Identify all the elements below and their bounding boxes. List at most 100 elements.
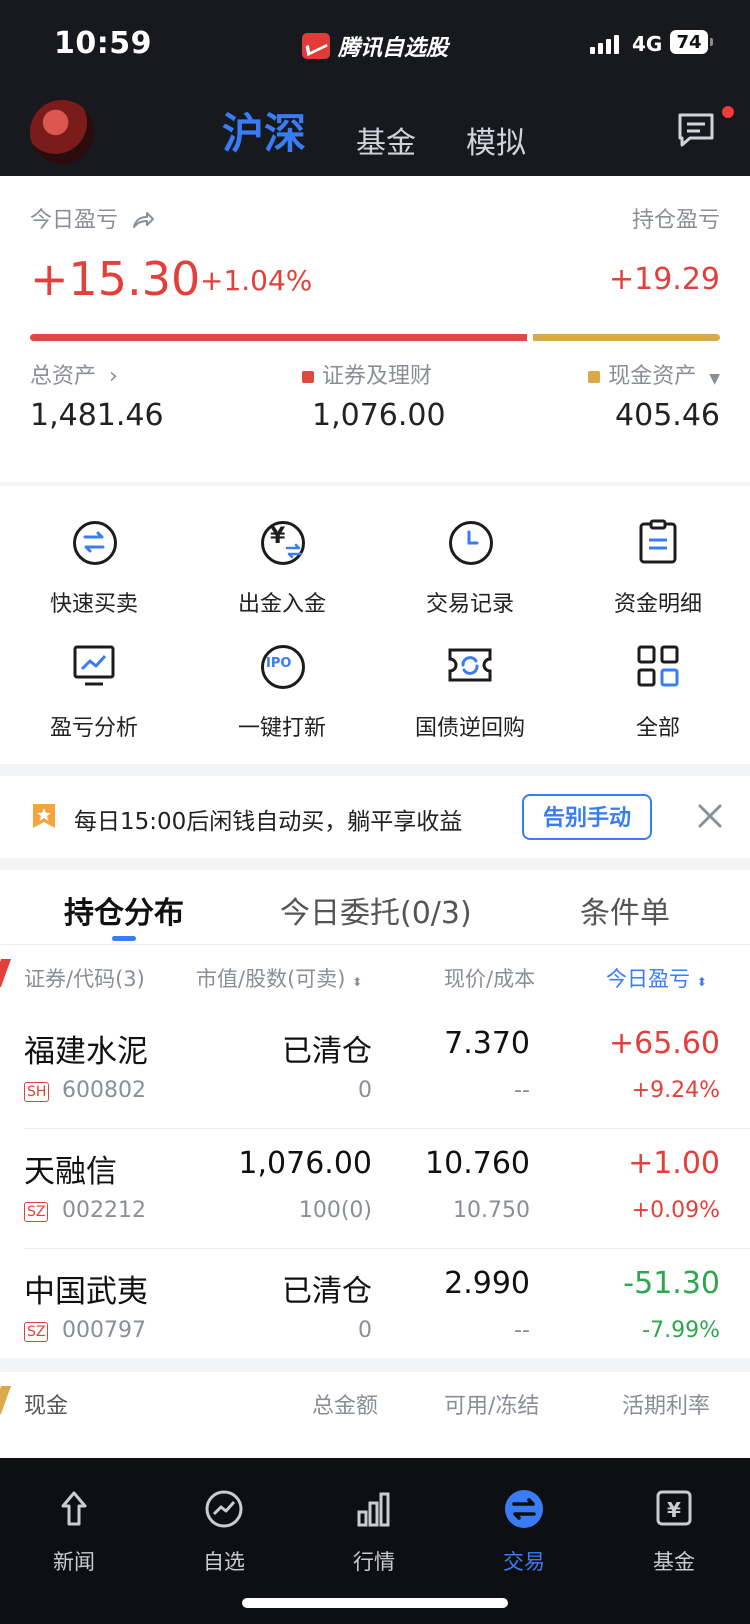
nav-watchlist[interactable]: 自选 bbox=[174, 1488, 274, 1576]
clipboard-icon bbox=[634, 518, 682, 566]
shares: 0 bbox=[358, 1078, 372, 1103]
tab-fund[interactable]: 基金 bbox=[356, 118, 416, 162]
table-row[interactable]: 福建水泥 SH 600802 已清仓 0 7.370 -- +65.60 +9.… bbox=[0, 1008, 750, 1128]
market-tabs: 沪深 基金 模拟 bbox=[0, 106, 750, 166]
promo-action-button[interactable]: 告别手动 bbox=[522, 794, 652, 840]
cost-price: -- bbox=[514, 1078, 530, 1103]
cash-value: 405.46 bbox=[615, 398, 720, 433]
status-app-name: 腾讯自选股 bbox=[302, 30, 448, 62]
cash-header-rate: 活期利率 bbox=[622, 1394, 711, 1419]
current-price: 10.760 bbox=[425, 1146, 530, 1181]
fund-icon: ¥ bbox=[656, 1490, 692, 1526]
total-assets-label[interactable]: 总资产 › bbox=[30, 358, 118, 390]
cash-header-available: 可用/冻结 bbox=[444, 1394, 540, 1419]
bond-repo-icon bbox=[446, 642, 494, 690]
shortcut-label: 国债逆回购 bbox=[414, 716, 525, 741]
shortcut-label: 快速买卖 bbox=[49, 592, 138, 617]
shortcut-ipo[interactable]: IPO 一键打新 bbox=[188, 642, 376, 742]
shortcut-all[interactable]: 全部 bbox=[564, 642, 750, 742]
notification-dot bbox=[722, 106, 734, 118]
market-value: 1,076.00 bbox=[238, 1146, 372, 1181]
security-code: 600802 bbox=[62, 1078, 146, 1103]
asset-ratio-bar bbox=[30, 334, 720, 341]
today-pnl-percent: -7.99% bbox=[642, 1318, 720, 1343]
today-pnl-percent: +1.04% bbox=[200, 264, 313, 297]
shortcut-deposit-withdraw[interactable]: ¥ 出金入金 bbox=[188, 518, 376, 618]
current-price: 7.370 bbox=[444, 1026, 530, 1061]
shortcut-label: 一键打新 bbox=[237, 716, 326, 741]
cash-bar bbox=[533, 334, 720, 341]
status-time: 10:59 bbox=[54, 26, 152, 61]
dropdown-icon: ▼ bbox=[709, 371, 720, 387]
position-pnl-value: +19.29 bbox=[608, 262, 720, 297]
grid-icon bbox=[634, 642, 682, 690]
tab-shenzhen-shanghai[interactable]: 沪深 bbox=[222, 100, 306, 161]
sort-icon: ⬍ bbox=[696, 975, 707, 989]
shortcut-label: 盈亏分析 bbox=[49, 716, 138, 741]
shortcut-fund-details[interactable]: 资金明细 bbox=[564, 518, 750, 618]
today-pnl-value: +15.30 bbox=[30, 252, 201, 306]
cash-label[interactable]: 现金资产 ▼ bbox=[588, 358, 720, 390]
trade-icon bbox=[505, 1490, 543, 1528]
security-name: 中国武夷 bbox=[24, 1274, 148, 1310]
battery-icon: 74 bbox=[670, 30, 708, 54]
cash-section: 现金 总金额 可用/冻结 活期利率 bbox=[0, 1372, 750, 1462]
security-name: 天融信 bbox=[24, 1154, 117, 1190]
shortcut-pnl-analysis[interactable]: 盈亏分析 bbox=[0, 642, 188, 742]
table-row[interactable]: 天融信 SZ 002212 1,076.00 100(0) 10.760 10.… bbox=[0, 1128, 750, 1248]
header-today-pnl-text: 今日盈亏 bbox=[606, 967, 690, 991]
security-name: 福建水泥 bbox=[24, 1034, 148, 1070]
market-value: 已清仓 bbox=[282, 1274, 372, 1309]
tab-holdings[interactable]: 持仓分布 bbox=[64, 888, 184, 932]
cash-legend-dot bbox=[588, 371, 601, 383]
app-logo-icon bbox=[302, 33, 330, 59]
total-assets-value: 1,481.46 bbox=[30, 398, 164, 433]
nav-fund[interactable]: ¥ 基金 bbox=[624, 1488, 724, 1576]
tab-today-orders[interactable]: 今日委托(0/3) bbox=[280, 888, 472, 932]
close-icon[interactable] bbox=[692, 798, 728, 834]
top-header: 10:59 腾讯自选股 4G 74 沪深 基金 模拟 bbox=[0, 0, 750, 176]
securities-label-text: 证券及理财 bbox=[322, 364, 433, 389]
shortcut-quick-trade[interactable]: 快速买卖 bbox=[0, 518, 188, 618]
total-assets-label-text: 总资产 bbox=[30, 364, 97, 389]
shortcut-trade-records[interactable]: 交易记录 bbox=[376, 518, 564, 618]
current-price: 2.990 bbox=[444, 1266, 530, 1301]
section-marker bbox=[0, 959, 12, 987]
yuan-transfer-icon: ¥ bbox=[258, 518, 306, 566]
chart-monitor-icon bbox=[70, 642, 118, 690]
swap-icon bbox=[70, 518, 118, 566]
header-market-value-text: 市值/股数(可卖) bbox=[196, 967, 346, 991]
today-pnl-percent: +9.24% bbox=[631, 1078, 720, 1103]
home-indicator[interactable] bbox=[242, 1598, 508, 1608]
cost-price: -- bbox=[514, 1318, 530, 1343]
tab-simulation[interactable]: 模拟 bbox=[466, 118, 526, 162]
security-code: 000797 bbox=[62, 1318, 146, 1343]
cash-label-text: 现金资产 bbox=[608, 364, 697, 389]
message-icon[interactable] bbox=[676, 112, 716, 148]
nav-market[interactable]: 行情 bbox=[324, 1488, 424, 1576]
tab-conditional-orders[interactable]: 条件单 bbox=[580, 888, 670, 932]
holdings-section: 持仓分布 今日委托(0/3) 条件单 证券/代码(3) 市值/股数(可卖) ⬍ … bbox=[0, 870, 750, 1358]
shortcut-label: 交易记录 bbox=[425, 592, 514, 617]
nav-news[interactable]: 新闻 bbox=[24, 1488, 124, 1576]
securities-bar bbox=[30, 334, 527, 341]
shortcut-bond-repo[interactable]: 国债逆回购 bbox=[376, 642, 564, 742]
today-pnl: +65.60 bbox=[608, 1026, 720, 1061]
network-label: 4G bbox=[632, 32, 663, 56]
nav-trade[interactable]: 交易 bbox=[474, 1488, 574, 1576]
ipo-icon: IPO bbox=[258, 642, 306, 690]
table-row[interactable]: 中国武夷 SZ 000797 已清仓 0 2.990 -- -51.30 -7.… bbox=[0, 1248, 750, 1368]
today-pnl: -51.30 bbox=[623, 1266, 720, 1301]
today-pnl-percent: +0.09% bbox=[631, 1198, 720, 1223]
holdings-header: 证券/代码(3) 市值/股数(可卖) ⬍ 现价/成本 今日盈亏 ⬍ bbox=[0, 944, 750, 1009]
news-icon bbox=[61, 1491, 87, 1526]
share-icon[interactable] bbox=[131, 210, 155, 230]
header-price-cost: 现价/成本 bbox=[444, 967, 536, 991]
securities-legend-dot bbox=[302, 371, 314, 383]
market-icon bbox=[357, 1492, 390, 1527]
shortcut-grid: 快速买卖 ¥ 出金入金 交易记录 资金明细 盈亏分析 IPO 一键打新 国债逆回… bbox=[0, 486, 750, 764]
cost-price: 10.750 bbox=[453, 1198, 530, 1223]
promo-banner[interactable]: 每日15:00后闲钱自动买，躺平享收益 告别手动 bbox=[0, 776, 750, 858]
header-today-pnl[interactable]: 今日盈亏 ⬍ bbox=[606, 963, 707, 993]
header-market-value[interactable]: 市值/股数(可卖) ⬍ bbox=[196, 963, 362, 993]
